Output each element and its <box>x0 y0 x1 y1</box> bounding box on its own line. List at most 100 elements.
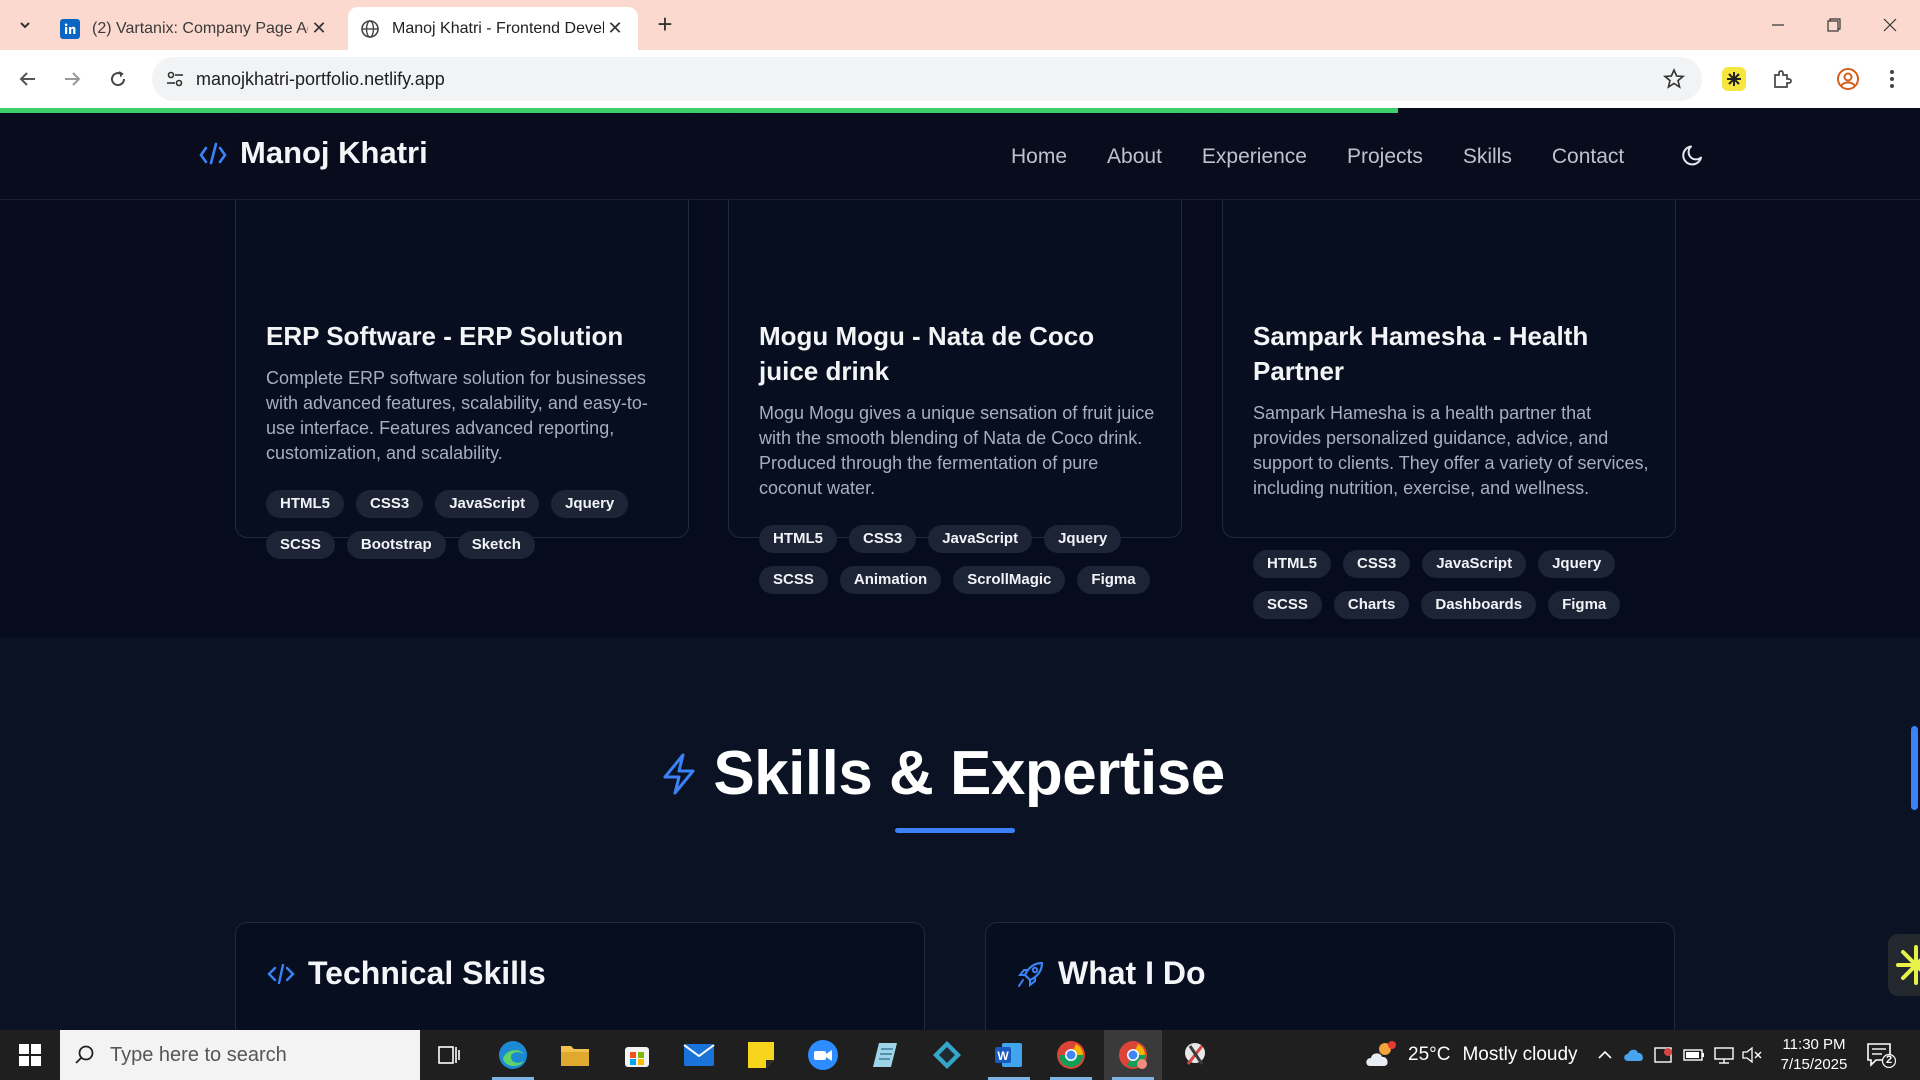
project-description: Sampark Hamesha is a health partner that… <box>1253 403 1649 498</box>
scroll-progress-bar <box>0 108 1398 113</box>
show-hidden-icons-button[interactable] <box>1592 1030 1618 1080</box>
bookmark-star-icon[interactable] <box>1662 67 1686 91</box>
minimize-button[interactable] <box>1758 10 1798 40</box>
chrome-icon <box>1119 1041 1147 1069</box>
windows-taskbar: Type here to search W 25°C Mostly cloudy… <box>0 1030 1920 1080</box>
site-settings-icon[interactable] <box>164 68 186 90</box>
chevron-down-icon <box>20 22 30 29</box>
nav-link-projects[interactable]: Projects <box>1347 145 1423 169</box>
tech-tag: SCSS <box>266 531 335 559</box>
taskbar-app-word[interactable]: W <box>980 1030 1038 1080</box>
globe-icon <box>360 19 380 39</box>
close-window-button[interactable] <box>1870 10 1910 40</box>
tech-tag: HTML5 <box>266 490 344 518</box>
restore-button[interactable] <box>1814 10 1854 40</box>
extension-asterisk-icon[interactable] <box>1722 67 1746 91</box>
tab-portfolio[interactable]: Manoj Khatri - Frontend Develo ✕ <box>348 7 638 50</box>
what-i-do-panel: What I Do <box>985 922 1675 1030</box>
taskbar-app-sticky-notes[interactable] <box>732 1030 790 1080</box>
nav-link-contact[interactable]: Contact <box>1552 145 1624 169</box>
browser-menu-button[interactable] <box>1878 65 1906 93</box>
volume-muted-icon[interactable] <box>1738 1030 1766 1080</box>
tech-tag: Jquery <box>1538 550 1616 578</box>
taskbar-app-snipping[interactable] <box>1166 1030 1224 1080</box>
task-view-icon <box>438 1046 460 1064</box>
tech-tag: Jquery <box>551 490 629 518</box>
windows-logo-icon <box>19 1044 41 1066</box>
chrome-icon <box>1057 1041 1085 1069</box>
extensions-button[interactable] <box>1768 65 1796 93</box>
onedrive-icon[interactable] <box>1620 1030 1648 1080</box>
notification-center-button[interactable]: 2 <box>1866 1042 1897 1069</box>
clock-date: 7/15/2025 <box>1780 1056 1848 1073</box>
nav-link-home[interactable]: Home <box>1011 145 1067 169</box>
snipping-tool-icon <box>1185 1043 1205 1065</box>
taskbar-app-mail[interactable] <box>670 1030 728 1080</box>
tech-tag: HTML5 <box>1253 550 1331 578</box>
taskbar-app-chrome-profile[interactable] <box>1104 1030 1162 1080</box>
cloudy-weather-icon <box>1364 1041 1398 1069</box>
tab-title: (2) Vartanix: Company Page Ad <box>92 19 308 37</box>
tech-tag: Jquery <box>1044 525 1122 553</box>
security-icon[interactable] <box>1650 1030 1678 1080</box>
project-tags: HTML5 CSS3 JavaScript Jquery SCSS Animat… <box>759 525 1169 594</box>
page-scrollbar-thumb[interactable] <box>1911 726 1918 810</box>
project-title: ERP Software - ERP Solution <box>266 321 624 351</box>
nav-link-skills[interactable]: Skills <box>1463 145 1512 169</box>
browser-tab-bar: (2) Vartanix: Company Page Ad ✕ Manoj Kh… <box>0 0 1920 50</box>
tech-tag: JavaScript <box>928 525 1033 553</box>
start-button[interactable] <box>0 1030 60 1080</box>
tech-tag: JavaScript <box>435 490 540 518</box>
reload-button[interactable] <box>104 65 132 93</box>
lightning-bolt-icon <box>663 753 695 794</box>
notepad-icon <box>873 1043 897 1067</box>
battery-icon[interactable] <box>1680 1030 1708 1080</box>
mail-icon <box>683 1044 715 1066</box>
zoom-icon <box>808 1040 838 1070</box>
brand-logo-link[interactable]: Manoj Khatri <box>198 135 428 171</box>
back-button[interactable] <box>14 65 42 93</box>
linkedin-icon <box>60 18 80 39</box>
code-icon <box>267 963 295 984</box>
tech-tag: Bootstrap <box>346 531 446 559</box>
taskbar-app-file-explorer[interactable] <box>546 1030 604 1080</box>
taskbar-app-edge[interactable] <box>484 1030 542 1080</box>
taskbar-app-notes[interactable] <box>856 1030 914 1080</box>
taskbar-app-chrome[interactable] <box>1042 1030 1100 1080</box>
rocket-icon <box>1017 961 1044 987</box>
weather-widget[interactable]: 25°C Mostly cloudy <box>1364 1030 1578 1080</box>
clock-time: 11:30 PM <box>1782 1036 1846 1053</box>
restore-icon <box>1827 18 1841 32</box>
url-text: manojkhatri-portfolio.netlify.app <box>196 69 445 89</box>
address-bar[interactable]: manojkhatri-portfolio.netlify.app <box>152 57 1702 101</box>
tab-search-button[interactable] <box>12 12 38 38</box>
new-tab-button[interactable]: + <box>652 11 678 38</box>
project-title: Mogu Mogu - Nata de Coco juice drink <box>759 321 1095 386</box>
tab-linkedin[interactable]: (2) Vartanix: Company Page Ad ✕ <box>48 7 342 50</box>
moon-icon[interactable] <box>1680 142 1706 168</box>
network-icon[interactable] <box>1710 1030 1738 1080</box>
profile-button[interactable] <box>1834 65 1862 93</box>
forward-button[interactable] <box>58 65 86 93</box>
task-view-button[interactable] <box>420 1030 478 1080</box>
taskbar-search[interactable]: Type here to search <box>60 1030 420 1080</box>
folder-icon <box>561 1046 589 1066</box>
brand-name: Manoj Khatri <box>240 135 428 170</box>
taskbar-app-zoom[interactable] <box>794 1030 852 1080</box>
nav-link-experience[interactable]: Experience <box>1202 145 1307 169</box>
taskbar-app-store[interactable] <box>608 1030 666 1080</box>
floating-assistant-button[interactable] <box>1888 934 1920 996</box>
close-tab-icon[interactable]: ✕ <box>308 18 330 39</box>
project-title: Sampark Hamesha - Health Partner <box>1253 321 1589 386</box>
project-description: Mogu Mogu gives a unique sensation of fr… <box>759 403 1155 498</box>
project-tags: HTML5 CSS3 JavaScript Jquery SCSS Bootst… <box>266 490 676 559</box>
weather-description: Mostly cloudy <box>1462 1044 1578 1065</box>
close-tab-icon[interactable]: ✕ <box>604 18 626 39</box>
technical-skills-panel: Technical Skills <box>235 922 925 1030</box>
system-clock[interactable]: 11:30 PM 7/15/2025 <box>1764 1035 1864 1075</box>
tab-title: Manoj Khatri - Frontend Develo <box>392 19 604 37</box>
tech-tag: CSS3 <box>356 490 424 518</box>
tech-tag: CSS3 <box>1343 550 1411 578</box>
taskbar-app-vscode-like[interactable] <box>918 1030 976 1080</box>
nav-link-about[interactable]: About <box>1107 145 1162 169</box>
